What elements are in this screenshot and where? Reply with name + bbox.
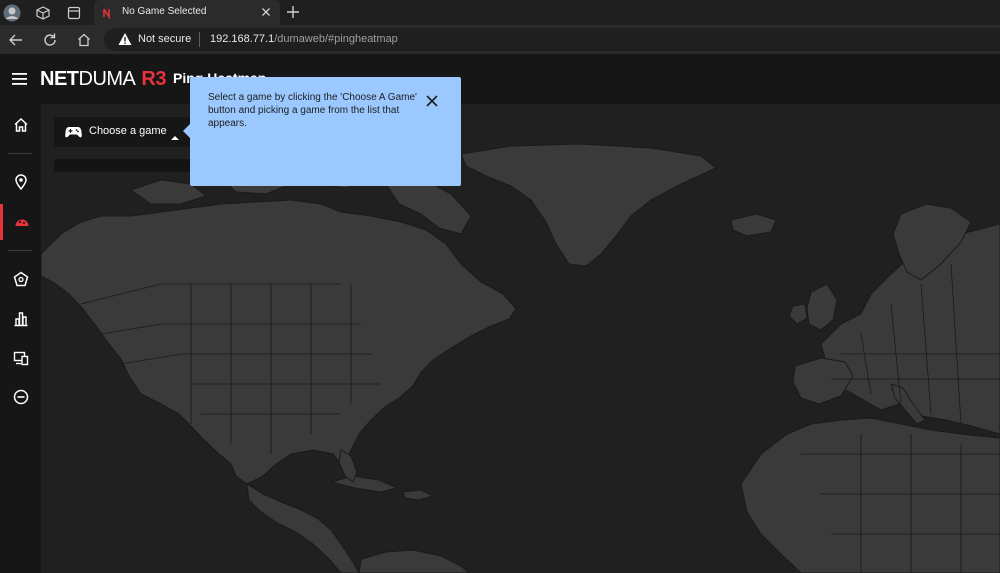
address-bar[interactable]: Not secure 192.168.77.1/dumaweb/#pinghea…	[104, 28, 1000, 51]
south-america	[358, 549, 470, 573]
choose-game-button[interactable]: Choose a game	[54, 117, 196, 147]
sidebar-item-geo-filter[interactable]	[0, 164, 41, 200]
url-host: 192.168.77.1	[210, 33, 275, 45]
gamepad-icon	[65, 125, 82, 139]
app-header: NETDUMAR3 Ping Heatmap	[0, 54, 1000, 104]
sidebar-item-home[interactable]	[0, 107, 41, 143]
active-tab[interactable]: No Game Selected	[94, 0, 280, 25]
block-icon	[13, 389, 28, 405]
warning-icon[interactable]	[118, 32, 132, 46]
logo-duma: DUMA	[78, 68, 136, 90]
tab-actions-icon[interactable]	[64, 3, 84, 23]
sidebar-item-statistics[interactable]	[0, 301, 41, 337]
logo-net: NET	[40, 68, 79, 90]
bar-chart-icon	[14, 312, 27, 327]
url-path: /dumaweb/#pingheatmap	[274, 33, 398, 45]
iberia	[792, 357, 854, 405]
iceland	[730, 213, 777, 237]
sidebar-item-blocking[interactable]	[0, 379, 41, 415]
hamburger-menu-icon[interactable]	[12, 72, 28, 86]
tab-title: No Game Selected	[122, 6, 207, 17]
new-tab-icon[interactable]	[284, 3, 302, 21]
help-tooltip: Select a game by clicking the 'Choose A …	[183, 77, 461, 186]
greenland	[460, 143, 717, 267]
url-divider	[199, 32, 200, 47]
sidebar-item-security[interactable]	[0, 261, 41, 297]
netduma-logo: NETDUMA R3	[40, 68, 166, 91]
central-america	[246, 483, 360, 573]
sidebar	[0, 104, 41, 573]
shield-icon	[13, 271, 28, 287]
ireland	[788, 303, 808, 325]
netduma-favicon	[102, 6, 114, 20]
browser-tab-bar: No Game Selected	[0, 0, 1000, 25]
uk	[806, 283, 838, 331]
profile-avatar[interactable]	[2, 3, 22, 23]
tooltip-pointer	[183, 124, 190, 138]
logo-model: R3	[141, 68, 166, 90]
north-america-landmass	[41, 199, 517, 485]
hispaniola	[402, 489, 435, 501]
sidebar-item-ping-heatmap[interactable]	[0, 204, 41, 240]
sidebar-divider	[8, 250, 32, 251]
world-map[interactable]	[41, 104, 1000, 573]
florida	[338, 449, 358, 483]
tab-close-icon[interactable]	[258, 4, 274, 20]
tooltip-text: Select a game by clicking the 'Choose A …	[208, 92, 417, 129]
url-text[interactable]: 192.168.77.1/dumaweb/#pingheatmap	[210, 33, 398, 45]
choose-game-label: Choose a game	[89, 125, 167, 137]
sidebar-divider	[8, 153, 32, 154]
back-icon[interactable]	[6, 30, 26, 50]
cuba	[329, 475, 399, 493]
sidebar-item-devices[interactable]	[0, 340, 41, 376]
ping-heatmap-icon	[15, 219, 29, 226]
location-pin-icon	[14, 174, 27, 190]
home-icon	[13, 117, 28, 132]
devices-icon	[13, 351, 28, 366]
tooltip-close-icon[interactable]	[425, 94, 439, 108]
caret-up-icon	[171, 128, 179, 140]
workspaces-icon[interactable]	[33, 3, 53, 23]
reload-icon[interactable]	[40, 30, 60, 50]
map-svg	[41, 137, 1000, 573]
browser-toolbar: Not secure 192.168.77.1/dumaweb/#pinghea…	[0, 25, 1000, 54]
home-browser-icon[interactable]	[74, 30, 94, 50]
security-status: Not secure	[138, 33, 192, 45]
